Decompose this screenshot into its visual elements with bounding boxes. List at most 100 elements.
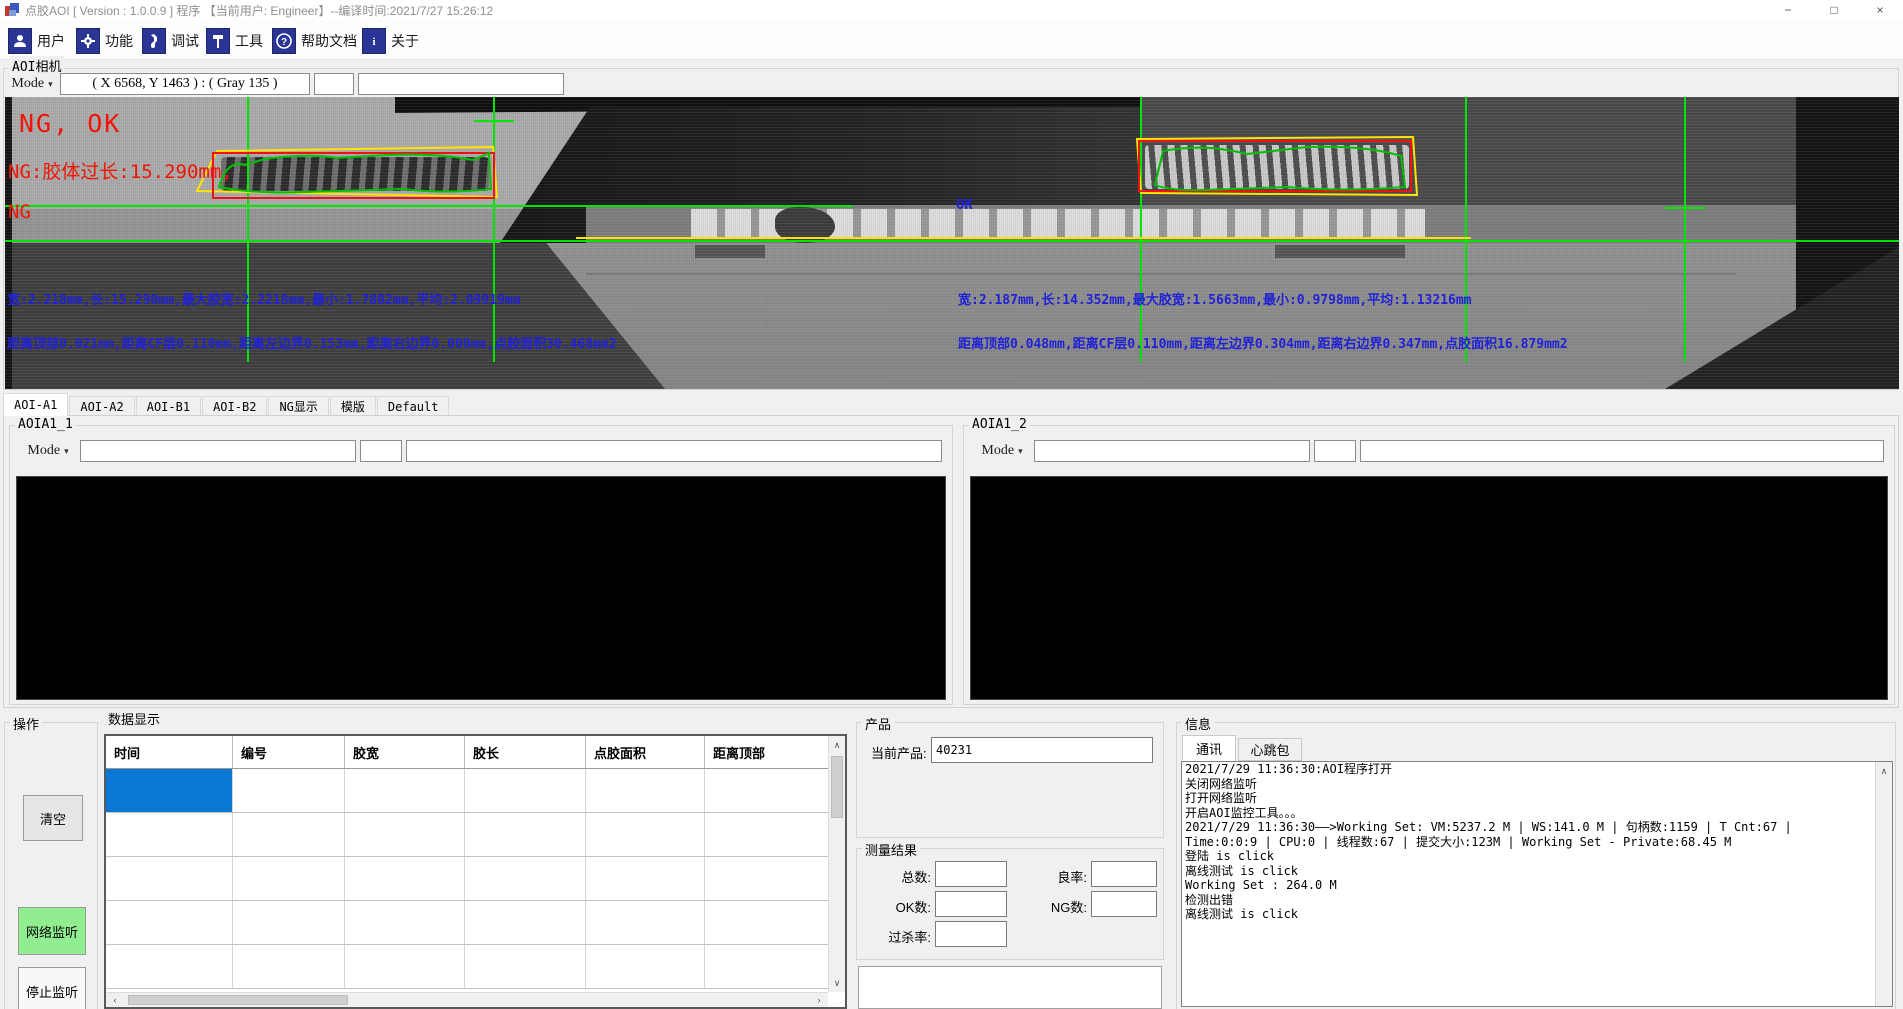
panel2-image[interactable] — [970, 476, 1888, 700]
table-cell[interactable] — [345, 769, 465, 812]
data-table: 时间 编号 胶宽 胶长 点胶面积 距离顶部 — [104, 734, 847, 1009]
camera-field-3[interactable] — [358, 73, 564, 95]
tab-comm[interactable]: 通讯 — [1182, 735, 1236, 761]
ng-count-field[interactable] — [1091, 891, 1157, 917]
column-header-glue-length[interactable]: 胶长 — [465, 736, 586, 768]
table-cell[interactable] — [233, 945, 345, 988]
ok-count-field[interactable] — [935, 891, 1007, 917]
table-cell[interactable] — [106, 945, 233, 988]
table-vertical-scrollbar[interactable]: ∧ ∨ — [828, 736, 845, 992]
column-header-id[interactable]: 编号 — [233, 736, 345, 768]
ng-count-label: NG数: — [1023, 897, 1087, 916]
table-cell[interactable] — [345, 857, 465, 900]
tab-ng-display[interactable]: NG显示 — [268, 396, 328, 416]
scrollbar-thumb[interactable] — [831, 756, 843, 818]
table-cell[interactable] — [705, 813, 828, 856]
network-listen-button[interactable]: 网络监听 — [18, 907, 86, 955]
tab-aoi-a2[interactable]: AOI-A2 — [69, 396, 134, 416]
table-cell[interactable] — [465, 945, 586, 988]
tab-aoi-b2[interactable]: AOI-B2 — [202, 396, 267, 416]
scroll-left-icon[interactable]: ‹ — [108, 993, 122, 1007]
camera-field-2[interactable] — [314, 73, 354, 95]
panel1-field-3[interactable] — [406, 440, 942, 462]
table-cell[interactable] — [345, 945, 465, 988]
toolbar-item-label: 工具 — [235, 31, 263, 51]
maximize-button[interactable]: □ — [1811, 0, 1857, 20]
yield-field[interactable] — [1091, 861, 1157, 887]
minimize-button[interactable]: − — [1765, 0, 1811, 20]
close-button[interactable]: × — [1857, 0, 1903, 20]
panel-label: AOIA1_2 — [969, 417, 1030, 432]
toolbar-item-about[interactable]: i 关于 — [362, 27, 419, 55]
table-cell[interactable] — [465, 769, 586, 812]
panel1-image[interactable] — [16, 476, 946, 700]
tab-template[interactable]: 模版 — [330, 396, 376, 416]
column-header-glue-width[interactable]: 胶宽 — [345, 736, 465, 768]
scroll-up-icon[interactable]: ∧ — [829, 738, 845, 752]
scroll-right-icon[interactable]: › — [812, 993, 826, 1007]
table-cell[interactable] — [233, 901, 345, 944]
camera-mode-dropdown[interactable]: Mode ▾ — [6, 73, 58, 95]
tab-default[interactable]: Default — [377, 396, 450, 416]
table-cell[interactable] — [465, 857, 586, 900]
panel1-field-2[interactable] — [360, 440, 402, 462]
table-cell[interactable] — [705, 901, 828, 944]
ng-label: NG — [8, 201, 31, 223]
table-cell[interactable] — [705, 945, 828, 988]
current-product-field[interactable]: 40231 — [931, 737, 1153, 763]
log-line: 离线测试 is click — [1182, 907, 1892, 922]
table-cell[interactable] — [586, 857, 705, 900]
table-cell[interactable] — [106, 857, 233, 900]
table-cell[interactable] — [106, 813, 233, 856]
table-cell[interactable] — [586, 945, 705, 988]
table-cell[interactable] — [586, 769, 705, 812]
column-header-time[interactable]: 时间 — [106, 736, 233, 768]
table-cell[interactable] — [586, 813, 705, 856]
table-cell[interactable] — [705, 769, 828, 812]
clear-button[interactable]: 清空 — [23, 795, 83, 841]
toolbar-item-function[interactable]: 功能 — [76, 27, 133, 55]
table-cell[interactable] — [233, 813, 345, 856]
wrench-icon — [142, 28, 166, 54]
table-horizontal-scrollbar[interactable]: ‹ › — [106, 992, 828, 1007]
table-cell[interactable] — [233, 857, 345, 900]
table-cell[interactable] — [465, 901, 586, 944]
panel2-field-2[interactable] — [1314, 440, 1356, 462]
table-cell[interactable] — [106, 901, 233, 944]
table-cell[interactable] — [705, 857, 828, 900]
panel2-mode-dropdown[interactable]: Mode ▾ — [976, 440, 1028, 462]
camera-coords-field[interactable]: ( X 6568, Y 1463 ) : ( Gray 135 ) — [60, 73, 310, 95]
scrollbar-thumb[interactable] — [128, 995, 348, 1005]
camera-image[interactable]: NG, OK NG:胶体过长:15.290mm, NG OK 宽:2.218mm… — [5, 97, 1899, 389]
panel1-mode-dropdown[interactable]: Mode ▾ — [22, 440, 74, 462]
table-cell[interactable] — [465, 813, 586, 856]
tab-aoi-a1[interactable]: AOI-A1 — [3, 393, 68, 416]
column-header-top-distance[interactable]: 距离顶部 — [705, 736, 828, 768]
table-cell-selected[interactable] — [106, 769, 233, 812]
table-cell[interactable] — [345, 813, 465, 856]
panel1-field-1[interactable] — [80, 440, 356, 462]
tab-heartbeat[interactable]: 心跳包 — [1238, 738, 1302, 761]
log-box[interactable]: 2021/7/29 11:36:30:AOI程序打开 关闭网络监听 打开网络监听… — [1181, 761, 1893, 1007]
panel2-field-3[interactable] — [1360, 440, 1884, 462]
toolbar-item-label: 功能 — [105, 31, 133, 51]
overkill-field[interactable] — [935, 921, 1007, 947]
data-table-label: 数据显示 — [108, 709, 160, 728]
scroll-up-icon[interactable]: ∧ — [1876, 764, 1892, 778]
table-cell[interactable] — [233, 769, 345, 812]
table-cell[interactable] — [586, 901, 705, 944]
log-scrollbar[interactable]: ∧ — [1875, 762, 1892, 1006]
panel2-field-1[interactable] — [1034, 440, 1310, 462]
toolbar-item-help[interactable]: ? 帮助文档 — [272, 27, 357, 55]
total-field[interactable] — [935, 861, 1007, 887]
table-cell[interactable] — [345, 901, 465, 944]
column-header-glue-area[interactable]: 点胶面积 — [586, 736, 705, 768]
scroll-down-icon[interactable]: ∨ — [829, 976, 845, 990]
toolbar-item-debug[interactable]: 调试 — [142, 27, 199, 55]
tab-aoi-b1[interactable]: AOI-B1 — [136, 396, 201, 416]
camera-group: AOI相机 Mode ▾ ( X 6568, Y 1463 ) : ( Gray… — [3, 68, 1899, 390]
toolbar-item-tools[interactable]: 工具 — [206, 27, 263, 55]
stop-listen-button[interactable]: 停止监听 — [18, 967, 86, 1009]
toolbar-item-user[interactable]: 用户 — [8, 27, 65, 55]
log-line: 关闭网络监听 — [1182, 777, 1892, 792]
